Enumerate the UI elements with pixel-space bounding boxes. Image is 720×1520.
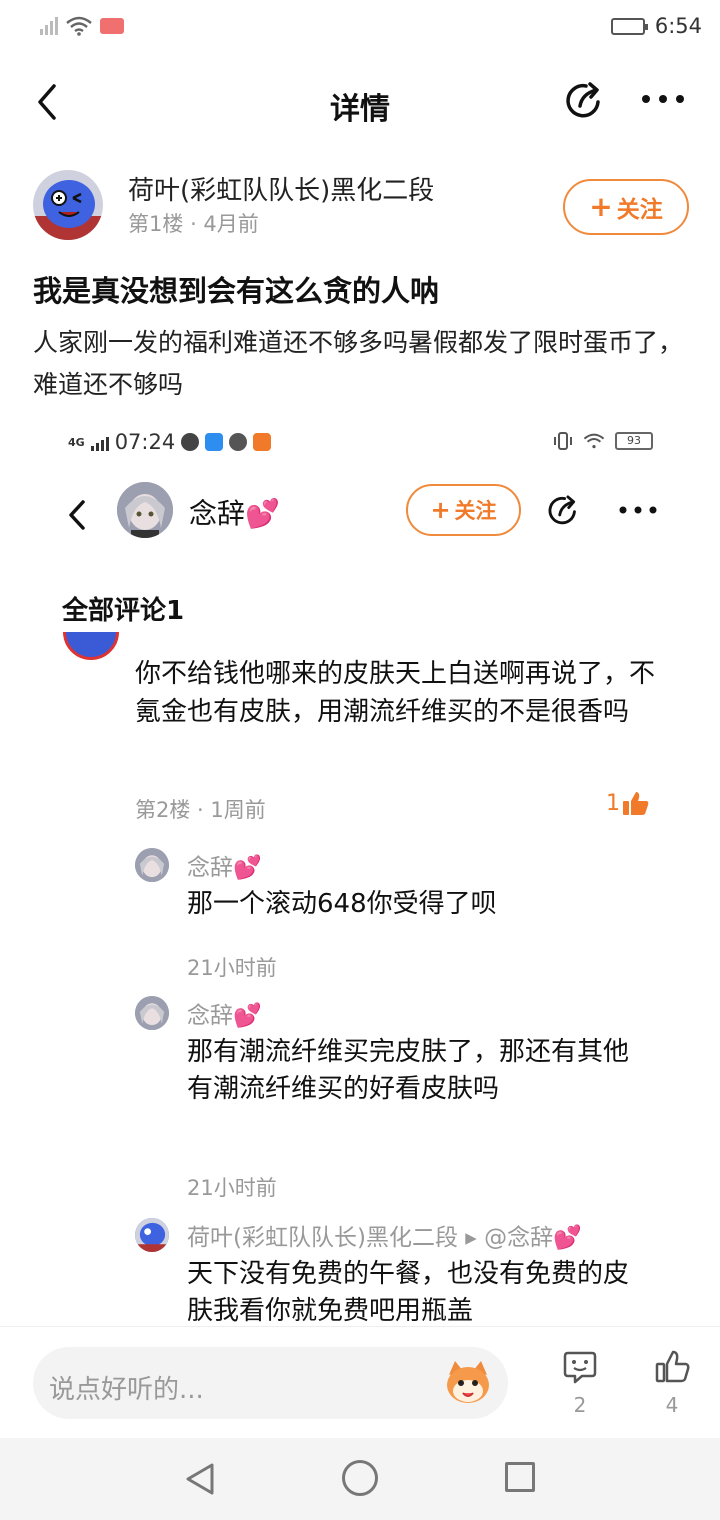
- like-count: 4: [665, 1393, 679, 1417]
- nav-recents-icon[interactable]: [505, 1462, 535, 1492]
- app-icon: [229, 433, 248, 451]
- comment-action[interactable]: 2: [560, 1349, 600, 1417]
- author-avatar[interactable]: [33, 170, 103, 240]
- comment-count: 2: [573, 1393, 587, 1417]
- reply-item: 念辞💕 那有潮流纤维买完皮肤了，那还有其他有潮流纤维买的好看皮肤吗 21小时前: [135, 996, 655, 1206]
- app-icon: [205, 433, 224, 451]
- embedded-signal-icon: [90, 433, 109, 451]
- post-title: 我是真没想到会有这么贪的人呐: [33, 274, 440, 308]
- nav-back-icon[interactable]: [184, 1462, 216, 1496]
- reply-time: 21小时前: [187, 1176, 277, 1200]
- status-icons-left: [40, 16, 124, 36]
- embedded-status-time: 07:24: [114, 430, 176, 454]
- post-time: 4月前: [203, 212, 259, 236]
- share-icon: [548, 495, 576, 525]
- comment-icon: [563, 1351, 597, 1384]
- profile-avatar: [117, 482, 173, 538]
- follow-label: 关注: [616, 197, 663, 223]
- reply-author: 念辞💕: [187, 1003, 262, 1029]
- embedded-signal-label: 4G: [68, 435, 85, 449]
- like-action[interactable]: 4: [652, 1349, 692, 1417]
- comment-like-count: 1: [606, 790, 620, 816]
- app-icon: [181, 433, 200, 451]
- reply-time: 21小时前: [187, 956, 277, 980]
- comment-meta: 第2楼 · 1周前: [135, 798, 266, 822]
- comment-input-placeholder: 说点好听的...: [49, 1375, 204, 1405]
- vibrate-icon: [554, 432, 572, 450]
- post-body: 人家刚一发的福利难道还不够多吗暑假都发了限时蛋币了，难道还不够吗: [33, 328, 684, 399]
- comments-section-title: 全部评论1: [62, 596, 185, 626]
- status-icons-right: 6:54: [610, 14, 702, 38]
- embedded-status-right: 93: [553, 432, 653, 450]
- reply-author: 荷叶(彩虹队队长)黑化二段 ▸ @念辞💕: [187, 1225, 582, 1251]
- embedded-follow-label: 关注: [454, 499, 497, 523]
- bottom-action-bar: 说点好听的... 2 4: [0, 1326, 720, 1438]
- mascot-emoji-icon[interactable]: [443, 1359, 493, 1405]
- share-icon[interactable]: [562, 78, 606, 122]
- thumbs-up-icon: [623, 792, 649, 815]
- plus-icon: +: [430, 496, 451, 524]
- follow-button[interactable]: + 关注: [563, 179, 689, 235]
- page-title: 详情: [330, 92, 390, 127]
- reply-item: 念辞💕 那一个滚动648你受得了呗 21小时前: [135, 848, 655, 988]
- reply-avatar: [135, 1218, 169, 1252]
- plus-icon: +: [589, 190, 613, 223]
- reply-author: 念辞💕: [187, 855, 262, 881]
- signal-icon: [40, 17, 58, 35]
- profile-name: 念辞💕: [189, 497, 280, 530]
- reply-text: 那一个滚动648你受得了呗: [187, 889, 497, 919]
- reply-text: 那有潮流纤维买完皮肤了，那还有其他有潮流纤维买的好看皮肤吗: [187, 1037, 630, 1104]
- system-nav-bar: [0, 1438, 720, 1520]
- embedded-status-left: 4G 07:24: [68, 430, 272, 454]
- post-floor: 第1楼: [128, 212, 184, 236]
- more-options-icon[interactable]: [640, 86, 686, 112]
- battery-icon: 93: [615, 432, 653, 450]
- notification-badge-icon: [100, 18, 124, 34]
- comment-input[interactable]: 说点好听的...: [33, 1347, 508, 1419]
- post-meta: 第1楼 · 4月前: [128, 208, 259, 238]
- reply-item: 荷叶(彩虹队队长)黑化二段 ▸ @念辞💕 天下没有免费的午餐，也没有免费的皮肤我…: [135, 1218, 655, 1325]
- more-options-icon: [619, 506, 657, 514]
- nav-home-icon[interactable]: [342, 1460, 378, 1496]
- wifi-icon: [583, 433, 605, 449]
- meta-separator: ·: [190, 212, 204, 236]
- wifi-icon: [66, 16, 92, 36]
- author-name[interactable]: 荷叶(彩虹队队长)黑化二段: [128, 170, 434, 207]
- commenter-avatar: [63, 632, 119, 672]
- comment-like: 1: [606, 790, 650, 816]
- back-icon: [69, 500, 85, 530]
- reply-avatar: [135, 848, 169, 882]
- reply-avatar: [135, 996, 169, 1030]
- embedded-screenshot[interactable]: 4G 07:24 93 念辞💕 + 关注 全部评论1 你不给钱他哪来的皮肤天上白…: [33, 420, 688, 1325]
- status-time: 6:54: [654, 14, 702, 38]
- app-icon: [253, 433, 272, 451]
- status-bar: 6:54: [0, 0, 720, 56]
- comment-text: 你不给钱他哪来的皮肤天上白送啊再说了，不氪金也有皮肤，用潮流纤维买的不是很香吗: [135, 659, 656, 727]
- battery-icon: [610, 17, 648, 35]
- header: 详情: [0, 60, 720, 144]
- reply-text: 天下没有免费的午餐，也没有免费的皮肤我看你就免费吧用瓶盖: [187, 1259, 630, 1325]
- thumbs-up-icon: [655, 1350, 690, 1383]
- embedded-follow-button: + 关注: [406, 484, 521, 536]
